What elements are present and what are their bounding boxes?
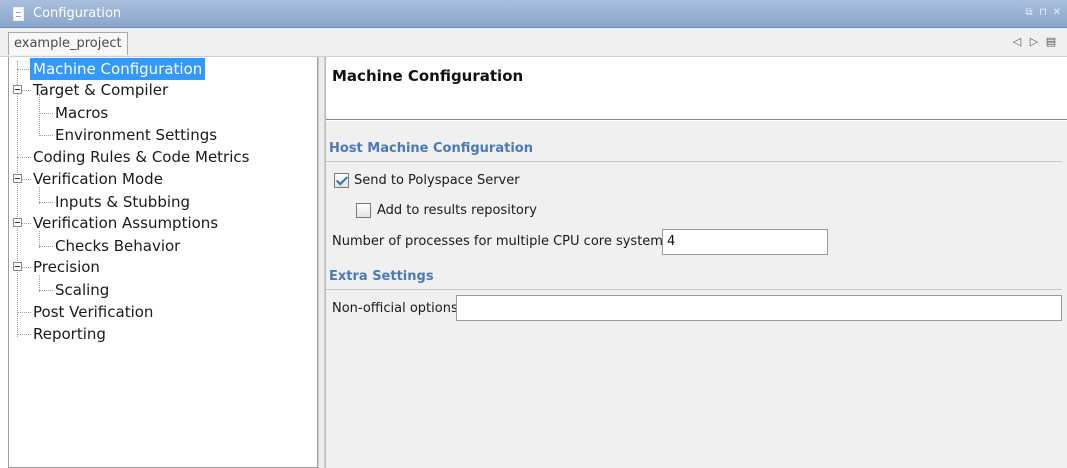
- project-tabbar: example_project ◁ ▷ ▤: [0, 28, 1067, 57]
- tree-connector: [39, 246, 53, 247]
- tree-connector: [17, 69, 31, 70]
- settings-panel: Machine Configuration Host Machine Confi…: [325, 57, 1067, 468]
- collapse-icon[interactable]: [13, 262, 22, 271]
- panel-body: Host Machine Configuration Send to Polys…: [326, 121, 1067, 468]
- tree-item-precision[interactable]: Precision: [30, 256, 103, 278]
- panel-splitter[interactable]: [318, 57, 325, 468]
- tree-item-verification-mode[interactable]: Verification Mode: [30, 168, 166, 190]
- tree-connector: [17, 157, 31, 158]
- tree-connector: [39, 113, 53, 114]
- tree-item-label: Verification Mode: [33, 170, 163, 188]
- tab-prev-icon[interactable]: ◁: [1010, 35, 1024, 48]
- tree-item-label: Target & Compiler: [33, 81, 169, 99]
- tree-item-post-verification[interactable]: Post Verification: [30, 301, 156, 323]
- collapse-icon[interactable]: [13, 174, 22, 183]
- tree-item-checks-behavior[interactable]: Checks Behavior: [52, 235, 183, 257]
- tree-item-target-compiler[interactable]: Target & Compiler: [30, 79, 171, 101]
- window-titlebar: Configuration ⧉ ⊓ ✕: [0, 0, 1067, 28]
- tree-item-label: Inputs & Stubbing: [55, 193, 191, 211]
- collapse-icon[interactable]: [13, 85, 22, 94]
- tab-example-project[interactable]: example_project: [8, 32, 128, 55]
- minimize-icon[interactable]: ⊓: [1037, 7, 1049, 18]
- tree-item-label: Scaling: [55, 281, 110, 299]
- tree-connector: [17, 334, 31, 335]
- non-official-options-input[interactable]: [456, 295, 1062, 321]
- section-divider: [326, 161, 1062, 162]
- non-official-options-label: Non-official options: [332, 301, 458, 316]
- tree-item-label: Machine Configuration: [30, 58, 206, 80]
- section-title-extra-settings: Extra Settings: [329, 269, 434, 284]
- processes-label: Number of processes for multiple CPU cor…: [332, 234, 670, 249]
- tree-connector: [39, 135, 53, 136]
- tree-item-verification-assumptions[interactable]: Verification Assumptions: [30, 212, 221, 234]
- tree-item-inputs-stubbing[interactable]: Inputs & Stubbing: [52, 191, 193, 213]
- tree-connector: [39, 202, 53, 203]
- tree-item-label: Checks Behavior: [55, 237, 181, 255]
- undock-icon[interactable]: ⧉: [1023, 7, 1035, 18]
- add-to-repository-label: Add to results repository: [377, 203, 537, 218]
- tree-item-label: Reporting: [33, 325, 106, 343]
- processes-input[interactable]: 4: [662, 229, 828, 255]
- section-divider: [326, 289, 1062, 290]
- tree-item-environment-settings[interactable]: Environment Settings: [52, 124, 220, 146]
- tree-item-label: Coding Rules & Code Metrics: [33, 148, 250, 166]
- tree-item-reporting[interactable]: Reporting: [30, 323, 109, 345]
- collapse-icon[interactable]: [13, 218, 22, 227]
- send-to-server-label: Send to Polyspace Server: [354, 173, 520, 188]
- tree-connector: [39, 290, 53, 291]
- tab-next-icon[interactable]: ▷: [1027, 35, 1041, 48]
- tree-item-label: Post Verification: [33, 303, 154, 321]
- panel-header: Machine Configuration: [326, 57, 1067, 120]
- add-to-repository-checkbox[interactable]: [356, 203, 371, 218]
- document-icon: [13, 7, 24, 21]
- tree-item-coding-rules[interactable]: Coding Rules & Code Metrics: [30, 146, 252, 168]
- tree-connector: [17, 312, 31, 313]
- tree-item-label: Precision: [33, 258, 100, 276]
- send-to-server-checkbox[interactable]: [334, 173, 349, 188]
- tree-item-scaling[interactable]: Scaling: [52, 279, 112, 301]
- window-title: Configuration: [33, 6, 122, 21]
- tree-item-label: Macros: [55, 104, 109, 122]
- tree-item-label: Environment Settings: [55, 126, 218, 144]
- tree-item-machine-configuration[interactable]: Machine Configuration: [30, 58, 206, 80]
- close-icon[interactable]: ✕: [1051, 7, 1063, 18]
- section-title-host-machine: Host Machine Configuration: [329, 141, 533, 156]
- configuration-tree: Machine Configuration Target & Compiler …: [8, 57, 318, 468]
- tree-connector: [17, 61, 18, 337]
- page-title: Machine Configuration: [332, 67, 524, 85]
- tree-item-label: Verification Assumptions: [33, 214, 219, 232]
- tab-list-icon[interactable]: ▤: [1044, 35, 1058, 48]
- tree-item-macros[interactable]: Macros: [52, 102, 111, 124]
